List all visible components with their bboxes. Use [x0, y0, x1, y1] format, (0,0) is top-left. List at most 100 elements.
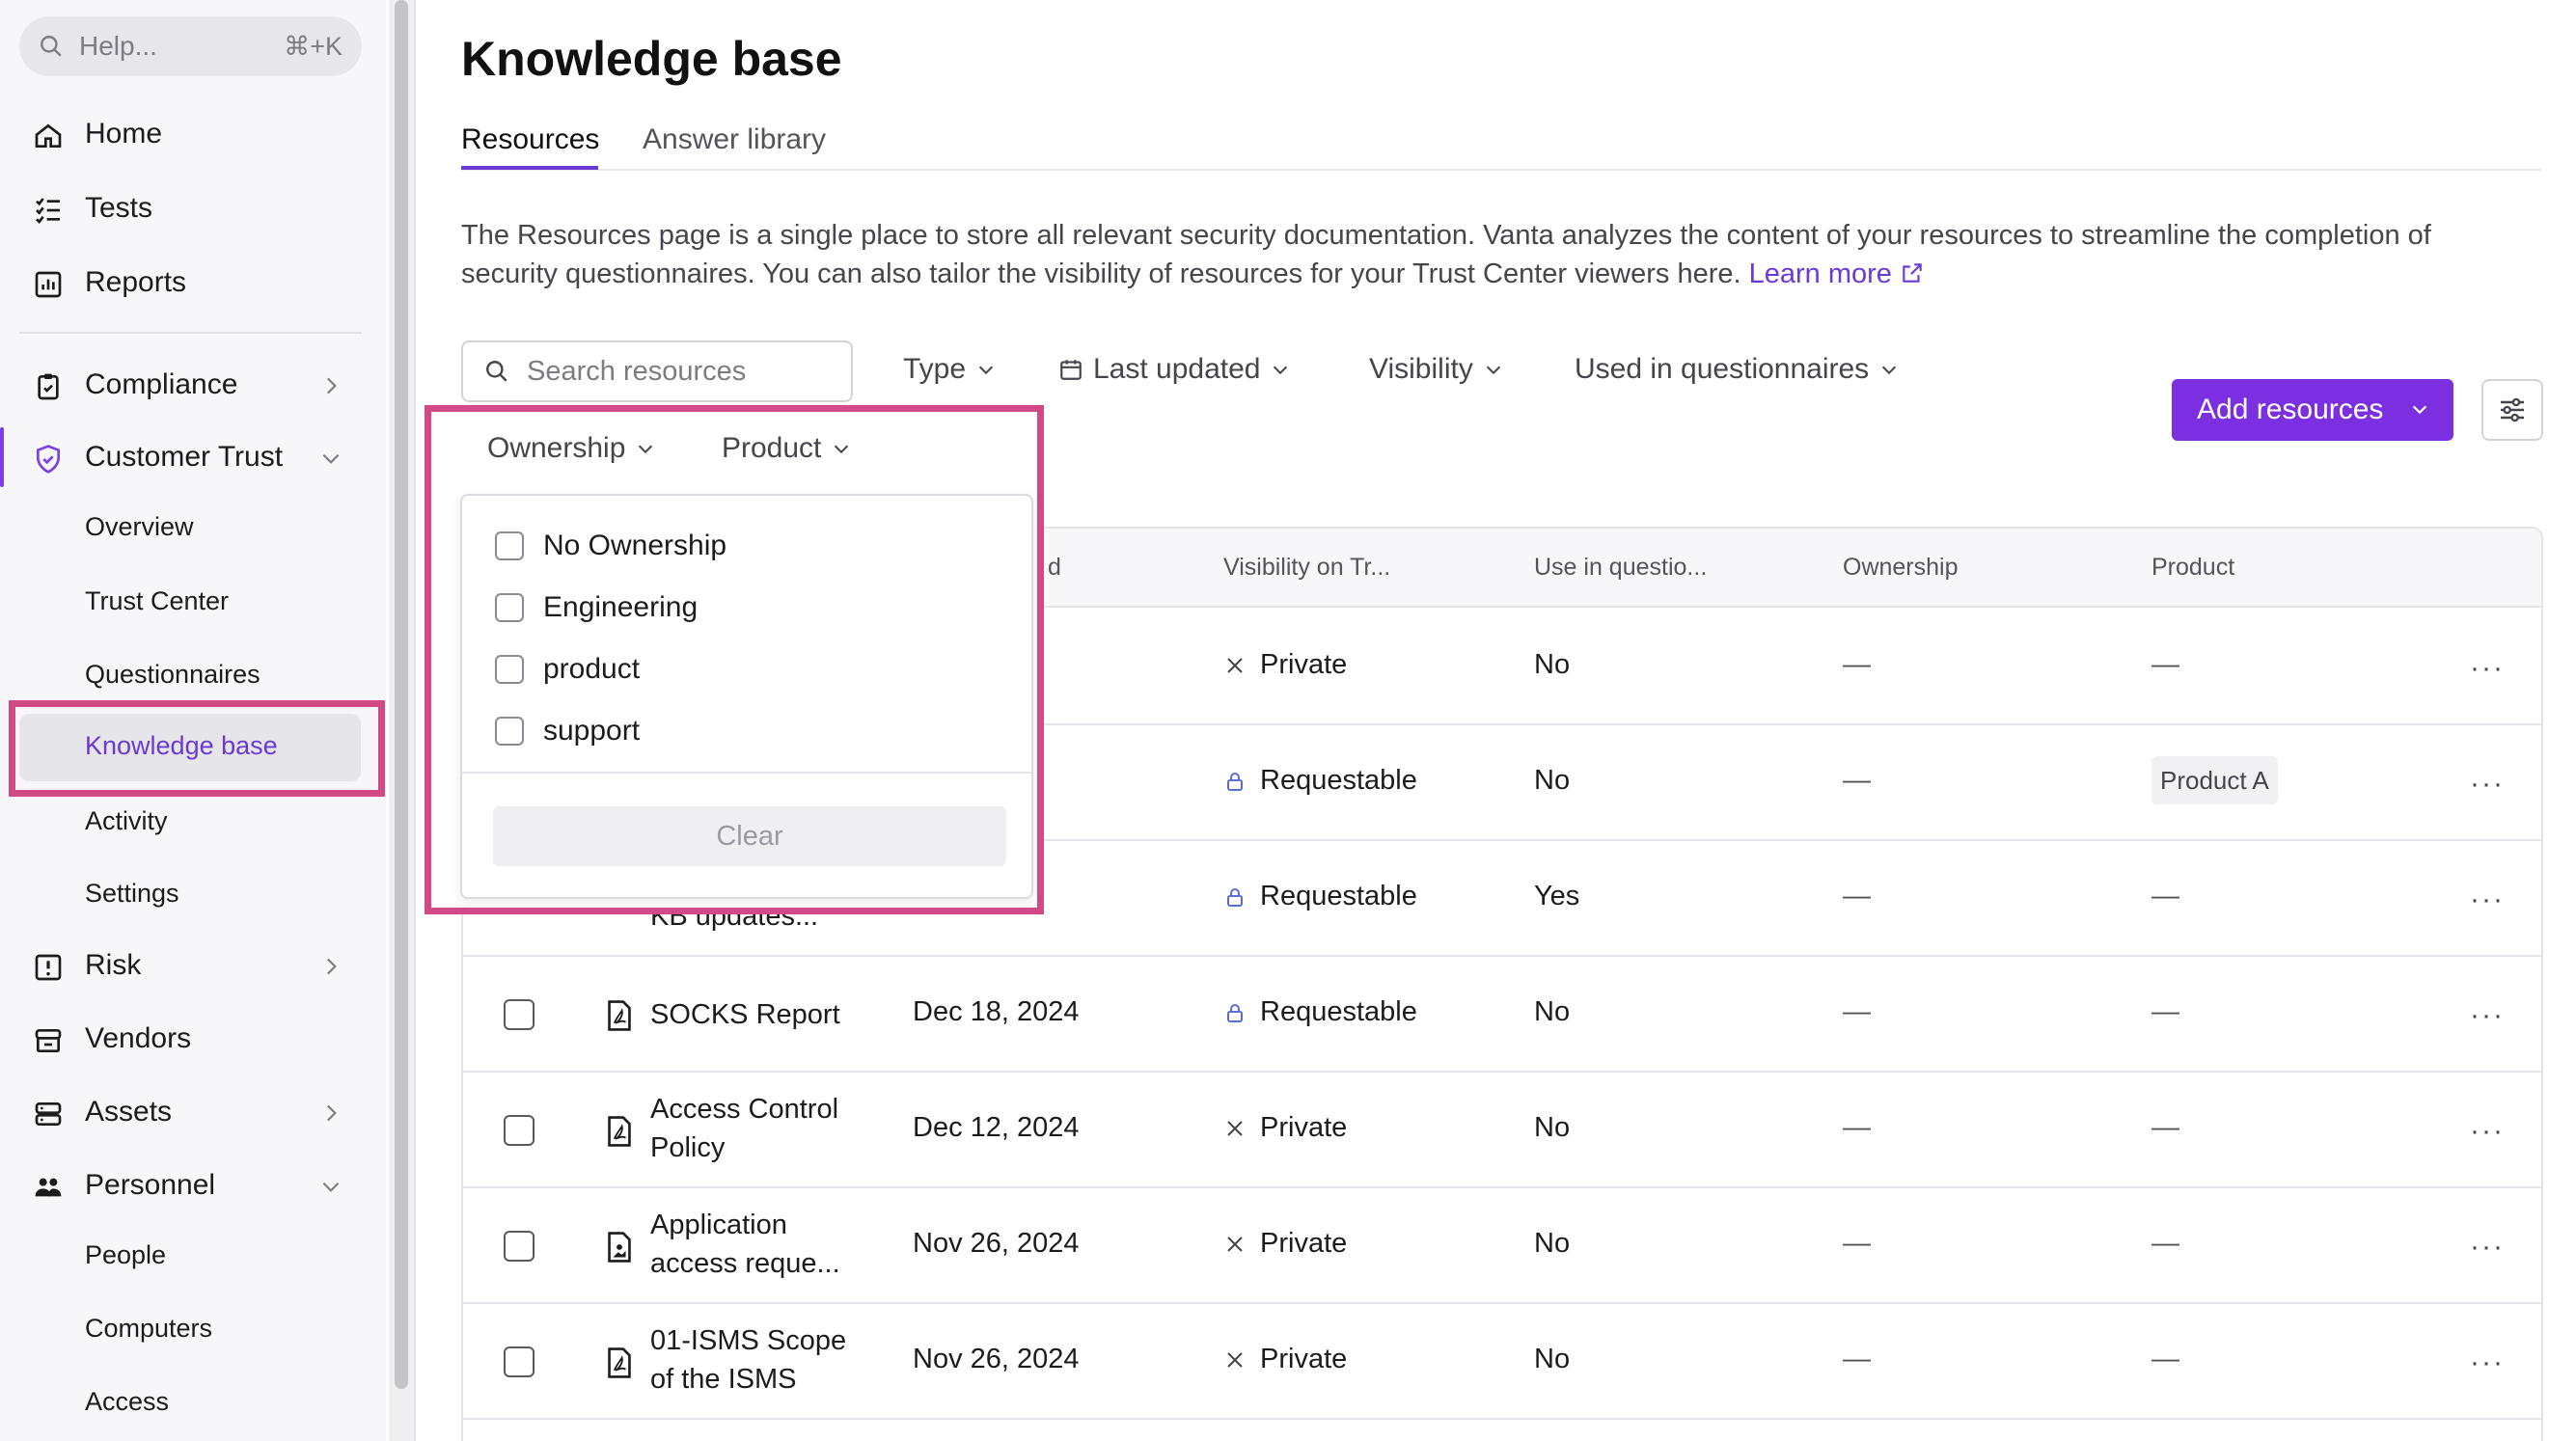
- more-actions-button[interactable]: ···: [2470, 1346, 2505, 1379]
- search-input[interactable]: Search resources: [461, 340, 853, 402]
- chevron-right-icon: [326, 377, 337, 394]
- sidebar-border: [414, 0, 416, 1441]
- sidebar-item-tests[interactable]: Tests: [0, 178, 376, 238]
- sidebar-sub-label: Activity: [85, 805, 168, 835]
- row-name[interactable]: Application access reque...: [650, 1206, 840, 1283]
- column-header[interactable]: d: [1048, 554, 1061, 582]
- row-product: —: [2151, 649, 2179, 680]
- filter-visibility[interactable]: Visibility: [1369, 353, 1504, 386]
- sidebar-sub-label: Overview: [85, 511, 194, 541]
- sidebar-sub-computers[interactable]: Computers: [0, 1298, 376, 1358]
- lock-icon: [1227, 887, 1243, 907]
- sidebar-scrollbar[interactable]: [389, 0, 414, 1441]
- row-name[interactable]: Access Control Policy: [650, 1090, 838, 1167]
- sidebar-sub-label: Settings: [85, 878, 179, 908]
- row-use: No: [1534, 1112, 1571, 1143]
- page-description: The Resources page is a single place to …: [461, 216, 2507, 293]
- more-actions-button[interactable]: ···: [2470, 652, 2505, 685]
- row-checkbox[interactable]: [504, 1115, 534, 1146]
- sidebar-item-label: Compliance: [85, 368, 238, 400]
- row-name[interactable]: SOCKS Report: [650, 995, 840, 1034]
- row-visibility: Private: [1223, 1112, 1347, 1144]
- row-product: —: [2151, 1344, 2179, 1374]
- row-use: No: [1534, 1344, 1571, 1374]
- sidebar-item-label: Risk: [85, 949, 142, 981]
- chevron-down-icon: [322, 453, 340, 464]
- page-title: Knowledge base: [461, 32, 842, 86]
- more-actions-button[interactable]: ···: [2470, 999, 2505, 1032]
- sidebar-item-label: Tests: [85, 192, 153, 224]
- sidebar-item-reports[interactable]: Reports: [0, 253, 376, 313]
- table-settings-button[interactable]: [2481, 379, 2543, 441]
- filter-label: Visibility: [1369, 353, 1473, 385]
- column-header[interactable]: Product: [2151, 554, 2234, 582]
- help-placeholder: Help...: [79, 31, 157, 61]
- scrollbar-thumb[interactable]: [395, 0, 408, 1389]
- description-text: The Resources page is a single place to …: [461, 220, 2431, 289]
- sidebar-sub-people[interactable]: People: [0, 1225, 376, 1285]
- sidebar-item-risk[interactable]: Risk: [0, 936, 376, 995]
- row-date: Nov 26, 2024: [913, 1344, 1080, 1374]
- visibility-label: Private: [1260, 1344, 1348, 1374]
- sidebar-item-label: Vendors: [85, 1022, 192, 1054]
- sidebar-item-assets[interactable]: Assets: [0, 1082, 376, 1142]
- more-actions-button[interactable]: ···: [2470, 768, 2505, 801]
- column-header[interactable]: Ownership: [1843, 554, 1959, 582]
- row-checkbox[interactable]: [504, 1231, 534, 1262]
- sidebar-sub-overview[interactable]: Overview: [0, 497, 376, 557]
- sidebar-sub-settings[interactable]: Settings: [0, 863, 376, 923]
- sidebar-sub-access[interactable]: Access: [0, 1372, 376, 1431]
- x-icon: [1227, 657, 1243, 673]
- learn-more-link[interactable]: Learn more: [1749, 258, 1925, 289]
- report-icon: [35, 271, 62, 298]
- row-checkbox[interactable]: [504, 1346, 534, 1377]
- add-resources-button[interactable]: Add resources: [2172, 379, 2453, 441]
- row-name-line: Access Control: [650, 1094, 839, 1125]
- help-search[interactable]: Help... ⌘+K: [19, 16, 362, 76]
- table-row[interactable]: 01-ISMS Scope of the ISMS Nov 26, 2024 P…: [463, 1304, 2541, 1420]
- more-actions-button[interactable]: ···: [2470, 884, 2505, 916]
- sidebar-item-compliance[interactable]: Compliance: [0, 355, 376, 415]
- filter-used-in-questionnaires[interactable]: Used in questionnaires: [1575, 353, 1900, 386]
- server-icon: [35, 1102, 62, 1126]
- column-header[interactable]: Visibility on Tr...: [1223, 554, 1390, 582]
- row-use: No: [1534, 765, 1571, 796]
- tab-resources[interactable]: Resources: [461, 123, 599, 156]
- sidebar-item-home[interactable]: Home: [0, 104, 376, 164]
- active-tab-indicator: [461, 166, 598, 170]
- sidebar-sub-label: Questionnaires: [85, 659, 260, 689]
- more-actions-button[interactable]: ···: [2470, 1231, 2505, 1264]
- row-name-line: access reque...: [650, 1248, 840, 1279]
- row-date: Nov 26, 2024: [913, 1228, 1080, 1259]
- table-row[interactable]: Application access reque... Nov 26, 2024…: [463, 1188, 2541, 1304]
- sidebar-sub-activity[interactable]: Activity: [0, 791, 376, 851]
- filter-label: Used in questionnaires: [1575, 353, 1870, 385]
- row-product: —: [2151, 881, 2179, 911]
- more-actions-button[interactable]: ···: [2470, 1115, 2505, 1148]
- sidebar-sub-trust-center[interactable]: Trust Center: [0, 571, 376, 631]
- row-product: —: [2151, 996, 2179, 1027]
- chevron-down-icon: [978, 366, 994, 375]
- tab-answer-library[interactable]: Answer library: [643, 123, 826, 156]
- row-ownership: —: [1843, 996, 1871, 1027]
- table-row[interactable]: Access Control Policy Dec 12, 2024 Priva…: [463, 1073, 2541, 1188]
- sidebar-item-vendors[interactable]: Vendors: [0, 1009, 376, 1069]
- sidebar-item-personnel[interactable]: Personnel: [0, 1156, 376, 1215]
- row-date: Dec 12, 2024: [913, 1112, 1080, 1143]
- row-checkbox[interactable]: [504, 999, 534, 1030]
- sidebar-item-customer-trust[interactable]: Customer Trust: [0, 427, 376, 487]
- row-use: Yes: [1534, 881, 1580, 911]
- add-resources-label: Add resources: [2197, 394, 2384, 425]
- table-row[interactable]: SOCKS Report Dec 18, 2024 Requestable No…: [463, 957, 2541, 1073]
- clipboard-check-icon: [38, 373, 59, 400]
- filter-type[interactable]: Type: [903, 353, 997, 386]
- filter-last-updated[interactable]: Last updated: [1058, 353, 1291, 386]
- app-window: Help... ⌘+K Home Tests Reports Complianc…: [0, 0, 2576, 1441]
- row-name[interactable]: 01-ISMS Scope of the ISMS: [650, 1321, 846, 1399]
- pdf-file-icon: [608, 1000, 631, 1031]
- sidebar-sub-questionnaires[interactable]: Questionnaires: [0, 644, 376, 704]
- row-use: No: [1534, 1228, 1571, 1259]
- column-header[interactable]: Use in questio...: [1534, 554, 1707, 582]
- row-use: No: [1534, 996, 1571, 1027]
- learn-more-label: Learn more: [1748, 258, 1892, 289]
